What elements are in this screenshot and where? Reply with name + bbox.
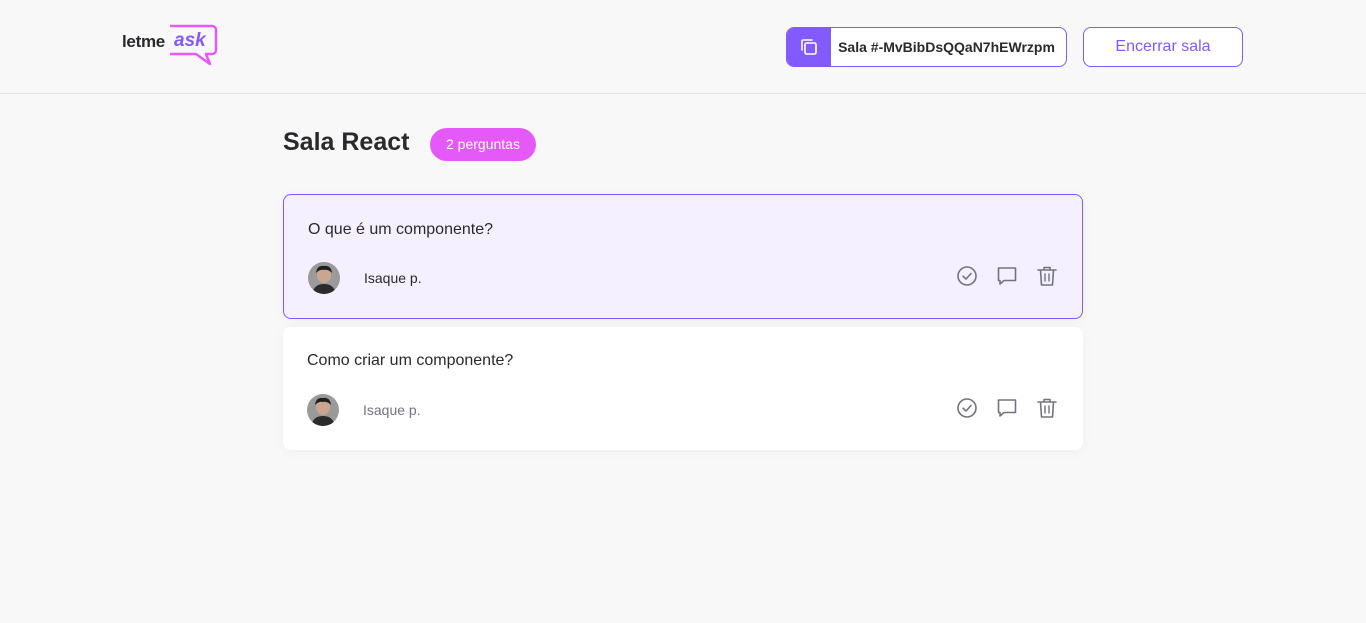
delete-question-button[interactable] — [1035, 396, 1059, 420]
check-circle-icon — [957, 266, 977, 286]
question-actions — [955, 396, 1059, 420]
trash-icon — [1037, 398, 1057, 418]
logo-word-letme: letme — [122, 32, 165, 51]
copy-room-code-button[interactable]: Sala #-MvBibDsQQaN7hEWrzpm — [786, 27, 1067, 67]
answer-icon — [997, 267, 1017, 285]
answer-icon — [997, 399, 1017, 417]
question-text: O que é um componente? — [308, 221, 494, 238]
room-code-text: Sala #-MvBibDsQQaN7hEWrzpm — [838, 39, 1055, 55]
question-author: Isaque p. — [363, 402, 421, 418]
check-question-button[interactable] — [955, 396, 979, 420]
question-author: Isaque p. — [364, 270, 422, 286]
question-card: O que é um componente? Isaque p. — [283, 194, 1083, 319]
app-header: letme ask Sala #-MvBibDsQQaN7hEWrzpm Enc… — [0, 0, 1366, 94]
copy-icon — [801, 39, 817, 55]
logo-word-ask: ask — [174, 30, 206, 51]
highlight-question-button[interactable] — [995, 396, 1019, 420]
avatar — [308, 262, 340, 294]
question-actions — [955, 264, 1059, 288]
question-text: Como criar um componente? — [307, 352, 514, 369]
check-circle-icon — [957, 398, 977, 418]
question-count-badge: 2 perguntas — [430, 128, 536, 161]
delete-question-button[interactable] — [1035, 264, 1059, 288]
question-card: Como criar um componente? Isaque p. — [283, 327, 1083, 450]
letmeask-logo[interactable]: letme ask — [122, 24, 218, 70]
copy-icon-box — [787, 28, 831, 66]
highlight-question-button[interactable] — [995, 264, 1019, 288]
trash-icon — [1037, 266, 1057, 286]
avatar — [307, 394, 339, 426]
check-question-button[interactable] — [955, 264, 979, 288]
room-title: Sala React — [283, 128, 410, 156]
end-room-button[interactable]: Encerrar sala — [1083, 27, 1243, 67]
